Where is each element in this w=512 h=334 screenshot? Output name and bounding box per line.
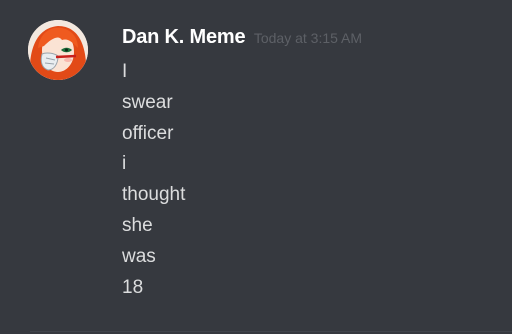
message-line: was — [122, 245, 156, 267]
message-line: thought — [122, 184, 186, 206]
username[interactable]: Dan K. Meme — [122, 26, 246, 48]
anime-girl-avatar-icon — [28, 20, 88, 80]
message-line: i — [122, 153, 127, 175]
message-divider — [30, 331, 512, 332]
message-line: I — [122, 61, 128, 82]
message-line: she — [122, 214, 153, 236]
message-line: officer — [122, 122, 174, 144]
message-content: I swear officer i thought she was 18 — [122, 57, 185, 303]
message-line: swear — [122, 91, 173, 113]
message-header: Dan K. Meme Today at 3:15 AM — [122, 25, 362, 51]
chat-message: Dan K. Meme Today at 3:15 AM I swear off… — [0, 0, 512, 334]
timestamp: Today at 3:15 AM — [253, 30, 363, 46]
avatar[interactable] — [28, 20, 88, 80]
message-line: 18 — [122, 276, 144, 298]
